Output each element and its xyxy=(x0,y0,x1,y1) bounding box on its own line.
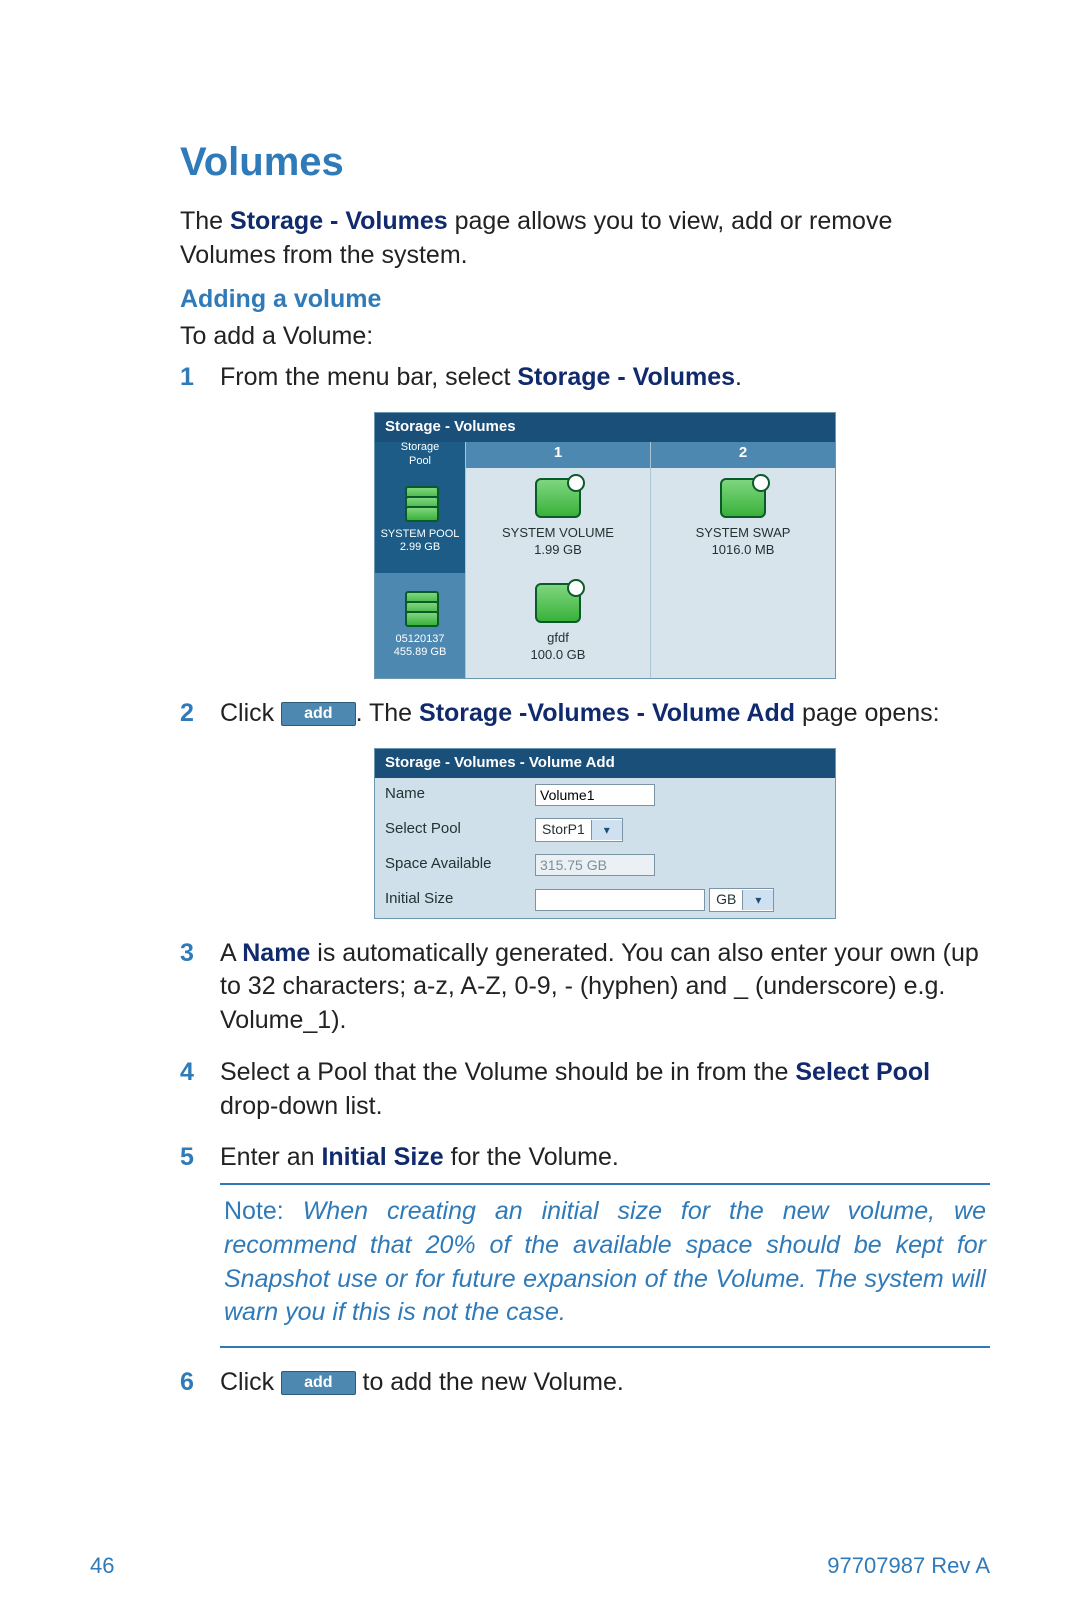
menu-path: Storage - Volumes xyxy=(517,363,735,391)
pool-2-cell[interactable]: 05120137 455.89 GB xyxy=(375,573,465,678)
intro-text: To add a Volume: xyxy=(180,322,990,351)
pool-size: 455.89 GB xyxy=(394,646,447,659)
unit-dropdown[interactable]: GB▾ xyxy=(709,888,774,912)
text: Enter an xyxy=(220,1143,321,1171)
text: Select a Pool that the Volume should be … xyxy=(220,1058,795,1086)
volume-name: SYSTEM SWAP xyxy=(655,524,831,542)
select-value: StorP1 xyxy=(536,820,591,839)
volume-name: SYSTEM VOLUME xyxy=(470,524,646,542)
step-number: 4 xyxy=(180,1056,194,1090)
pool-name: SYSTEM POOL xyxy=(381,528,460,541)
text: to add the new Volume. xyxy=(356,1368,624,1396)
name-label: Name xyxy=(385,784,535,804)
space-available-field xyxy=(535,854,655,876)
lead-paragraph: The Storage - Volumes page allows you to… xyxy=(180,205,990,273)
step-3: 3 A Name is automatically generated. You… xyxy=(180,937,990,1038)
step-number: 1 xyxy=(180,361,194,395)
select-pool-field-label: Select Pool xyxy=(795,1058,930,1086)
pool-name: 05120137 xyxy=(396,633,445,646)
chevron-down-icon: ▾ xyxy=(591,820,622,840)
step-number: 3 xyxy=(180,937,194,971)
step-number: 6 xyxy=(180,1366,194,1400)
name-field-label: Name xyxy=(242,939,310,967)
step-number: 5 xyxy=(180,1141,194,1175)
volume-icon xyxy=(720,478,766,518)
select-pool-dropdown[interactable]: StorP1▾ xyxy=(535,818,623,842)
volume-add-page-label: Storage -Volumes - Volume Add xyxy=(419,699,795,727)
step-1: 1 From the menu bar, select Storage - Vo… xyxy=(180,361,990,679)
volume-size: 1016.0 MB xyxy=(655,541,831,559)
text: A xyxy=(220,939,242,967)
chevron-down-icon: ▾ xyxy=(742,890,773,910)
volume-size: 1.99 GB xyxy=(470,541,646,559)
volume-add-screenshot: Storage - Volumes - Volume Add Name Sele… xyxy=(374,748,836,918)
volume-gfdf-cell[interactable]: gfdf 100.0 GB xyxy=(465,573,650,678)
note-label: Note: xyxy=(224,1197,284,1225)
step-4: 4 Select a Pool that the Volume should b… xyxy=(180,1056,990,1124)
initial-size-field-label: Initial Size xyxy=(321,1143,443,1171)
column-1-header: 1 xyxy=(465,442,650,468)
text: is automatically generated. You can also… xyxy=(220,939,979,1035)
add-button[interactable]: add xyxy=(281,1371,355,1395)
initial-size-label: Initial Size xyxy=(385,889,535,909)
step-2: 2 Click add. The Storage -Volumes - Volu… xyxy=(180,697,990,919)
storage-volumes-label: Storage - Volumes xyxy=(230,207,448,235)
column-2-header: 2 xyxy=(650,442,835,468)
panel-title: Storage - Volumes xyxy=(375,413,835,441)
subheading: Adding a volume xyxy=(180,285,990,314)
storage-volumes-screenshot: Storage - Volumes Storage Pool 1 2 SYSTE… xyxy=(374,412,836,678)
note-block: Note: When creating an initial size for … xyxy=(220,1183,990,1348)
volume-name: gfdf xyxy=(470,629,646,647)
select-value: GB xyxy=(710,890,742,909)
name-input[interactable] xyxy=(535,784,655,806)
doc-revision: 97707987 Rev A xyxy=(827,1553,990,1579)
text: The xyxy=(180,207,230,235)
volume-size: 100.0 GB xyxy=(470,646,646,664)
system-pool-cell[interactable]: SYSTEM POOL 2.99 GB xyxy=(375,468,465,573)
select-pool-label: Select Pool xyxy=(385,819,535,839)
pool-size: 2.99 GB xyxy=(400,541,440,554)
step-6: 6 Click add to add the new Volume. xyxy=(180,1366,990,1400)
step-number: 2 xyxy=(180,697,194,731)
text: page opens: xyxy=(795,699,940,727)
page-title: Volumes xyxy=(180,140,990,185)
storage-pool-header: Storage Pool xyxy=(375,442,465,468)
text: Click xyxy=(220,1368,281,1396)
initial-size-input[interactable] xyxy=(535,889,705,911)
system-volume-cell[interactable]: SYSTEM VOLUME 1.99 GB xyxy=(465,468,650,573)
text: for the Volume. xyxy=(444,1143,619,1171)
note-text: When creating an initial size for the ne… xyxy=(224,1197,986,1326)
volume-icon xyxy=(535,583,581,623)
text: . xyxy=(735,363,742,391)
add-button[interactable]: add xyxy=(281,702,355,726)
system-swap-cell[interactable]: SYSTEM SWAP 1016.0 MB xyxy=(650,468,835,573)
page-number: 46 xyxy=(90,1553,114,1579)
volume-icon xyxy=(535,478,581,518)
text: . The xyxy=(356,699,419,727)
text: drop-down list. xyxy=(220,1092,383,1120)
panel-title: Storage - Volumes - Volume Add xyxy=(375,749,835,777)
text: From the menu bar, select xyxy=(220,363,517,391)
space-available-label: Space Available xyxy=(385,854,535,874)
text: Click xyxy=(220,699,281,727)
empty-cell xyxy=(650,573,835,678)
step-5: 5 Enter an Initial Size for the Volume. … xyxy=(180,1141,990,1348)
